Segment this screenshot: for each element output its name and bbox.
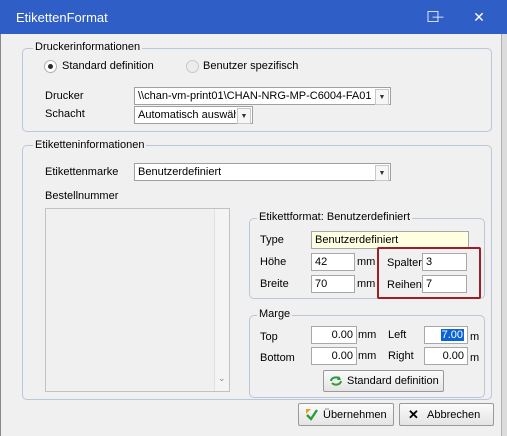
printer-info-legend: Druckerinformationen — [33, 41, 143, 53]
rows-value: 7 — [426, 278, 433, 290]
scroll-down-icon[interactable]: ⌄ — [218, 373, 226, 384]
width-label: Breite — [260, 278, 289, 290]
radio-standard-definition[interactable] — [44, 60, 57, 73]
standard-definition-button[interactable]: Standard definition — [323, 370, 444, 392]
width-value: 70 — [315, 278, 328, 290]
close-x-icon: ✕ — [408, 407, 419, 422]
chevron-down-icon: ▼ — [237, 108, 251, 124]
tray-label: Schacht — [45, 108, 85, 120]
maximize-button[interactable]: ☐ — [410, 0, 456, 34]
type-value: Benutzerdefiniert — [315, 234, 399, 246]
type-label: Type — [260, 234, 284, 246]
label-format-legend: Etikettformat: Benutzerdefiniert — [257, 211, 413, 223]
tray-select[interactable]: Automatisch auswähl ▼ — [134, 106, 253, 124]
brand-select[interactable]: Benutzerdefiniert ▼ — [134, 163, 391, 181]
right-margin-input[interactable]: 0.00 — [424, 347, 468, 365]
bottom-margin-unit: mm — [358, 350, 377, 362]
height-value: 42 — [315, 256, 328, 268]
chevron-down-icon: ▼ — [375, 165, 389, 181]
left-margin-label: Left — [388, 329, 407, 341]
cancel-button[interactable]: ✕ Abbrechen — [399, 403, 494, 426]
rows-label: Reihen — [387, 279, 422, 291]
tray-value: Automatisch auswähl — [138, 109, 236, 121]
cancel-label: Abbrechen — [427, 409, 481, 421]
background-window-edge — [501, 34, 507, 436]
rows-input[interactable]: 7 — [422, 275, 467, 293]
radio-user-specific-label: Benutzer spezifisch — [203, 60, 299, 72]
left-margin-unit: m — [470, 331, 480, 343]
columns-label: Spalter — [387, 257, 422, 269]
list-scrollbar[interactable]: ⌄ — [214, 209, 229, 391]
printer-label: Drucker — [45, 90, 84, 102]
right-margin-label: Right — [388, 350, 414, 362]
close-icon: ✕ — [473, 8, 485, 25]
height-unit: mm — [357, 256, 376, 268]
chevron-down-icon: ▼ — [375, 89, 389, 105]
checkmark-arrow-icon — [306, 409, 318, 421]
title-bar[interactable]: EtikettenFormat — ☐ ✕ — [0, 0, 507, 34]
apply-button[interactable]: Übernehmen — [298, 403, 394, 426]
brand-value: Benutzerdefiniert — [138, 166, 222, 178]
standard-definition-label: Standard definition — [347, 375, 439, 387]
bottom-margin-label: Bottom — [260, 352, 295, 364]
maximize-icon: ☐ — [426, 9, 440, 26]
bottom-margin-value: 0.00 — [331, 350, 353, 362]
width-unit: mm — [357, 278, 376, 290]
order-number-label: Bestellnummer — [45, 190, 119, 202]
top-margin-unit: mm — [358, 329, 377, 341]
window-title: EtikettenFormat — [16, 10, 108, 25]
width-input[interactable]: 70 — [311, 275, 355, 293]
columns-input[interactable]: 3 — [422, 253, 467, 271]
printer-value: \\chan-vm-print01\CHAN-NRG-MP-C6004-FA01 — [138, 90, 372, 102]
radio-user-specific[interactable] — [186, 60, 199, 73]
right-margin-unit: m — [470, 352, 480, 364]
height-input[interactable]: 42 — [311, 253, 355, 271]
printer-select[interactable]: \\chan-vm-print01\CHAN-NRG-MP-C6004-FA01… — [134, 87, 391, 105]
apply-label: Übernehmen — [323, 409, 387, 421]
columns-value: 3 — [426, 256, 433, 268]
refresh-icon — [330, 376, 342, 386]
margin-legend: Marge — [257, 308, 293, 320]
right-margin-value: 0.00 — [442, 350, 464, 362]
left-margin-value: 7.00 — [440, 329, 464, 341]
bottom-margin-input[interactable]: 0.00 — [311, 347, 357, 365]
order-number-list[interactable]: ⌄ — [45, 208, 230, 392]
top-margin-value: 0.00 — [331, 329, 353, 341]
top-margin-label: Top — [260, 331, 278, 343]
left-margin-input[interactable]: 7.00 — [424, 326, 468, 344]
label-info-legend: Etiketteninformationen — [33, 139, 147, 151]
radio-standard-label: Standard definition — [62, 60, 154, 72]
close-button[interactable]: ✕ — [456, 0, 502, 34]
brand-label: Etikettenmarke — [45, 166, 119, 178]
top-margin-input[interactable]: 0.00 — [311, 326, 357, 344]
height-label: Höhe — [260, 256, 287, 268]
